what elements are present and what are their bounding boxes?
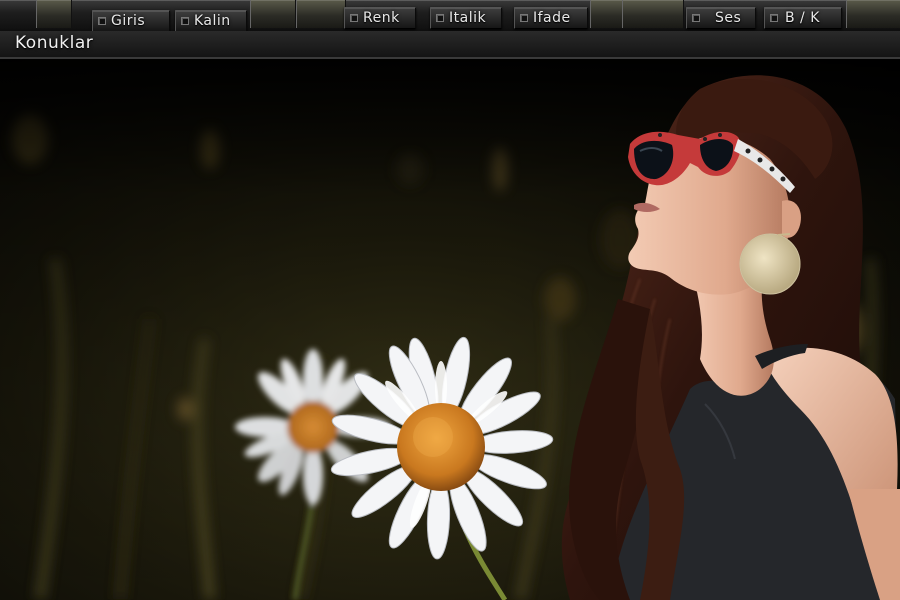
kalin-button[interactable]: Kalin <box>175 10 247 32</box>
giris-button[interactable]: Giris <box>92 10 170 32</box>
giris-button-label: Giris <box>111 13 146 29</box>
renk-button-label: Renk <box>363 10 400 26</box>
bullet-icon <box>770 14 778 22</box>
bk-button[interactable]: B / K <box>764 7 842 29</box>
toolbar-panel <box>590 0 624 28</box>
toolbar-panel <box>250 0 296 28</box>
toolbar-panel <box>36 0 72 28</box>
italik-button-label: Italik <box>449 10 487 26</box>
bk-button-label: B / K <box>785 10 820 26</box>
ses-button-label: Ses <box>715 10 742 26</box>
ses-button[interactable]: Ses <box>686 7 756 29</box>
toolbar-panel <box>846 0 900 28</box>
renk-button[interactable]: Renk <box>344 7 416 29</box>
photo-illustration <box>0 59 900 600</box>
toolbar-panel <box>296 0 346 28</box>
bullet-icon <box>692 14 700 22</box>
section-title-bar: Konuklar <box>0 31 900 59</box>
ifade-button[interactable]: Ifade <box>514 7 588 29</box>
bullet-icon <box>520 14 528 22</box>
italik-button[interactable]: Italik <box>430 7 502 29</box>
bullet-icon <box>181 17 189 25</box>
kalin-button-label: Kalin <box>194 13 231 29</box>
ifade-button-label: Ifade <box>533 10 571 26</box>
app-window: Giris Kalin Renk Italik Ifade Ses B / K … <box>0 0 900 600</box>
bullet-icon <box>350 14 358 22</box>
toolbar-panel <box>622 0 684 28</box>
photo-image <box>0 59 900 600</box>
page-title: Konuklar <box>15 33 94 53</box>
bullet-icon <box>98 17 106 25</box>
bullet-icon <box>436 14 444 22</box>
toolbar: Giris Kalin Renk Italik Ifade Ses B / K <box>0 0 900 32</box>
